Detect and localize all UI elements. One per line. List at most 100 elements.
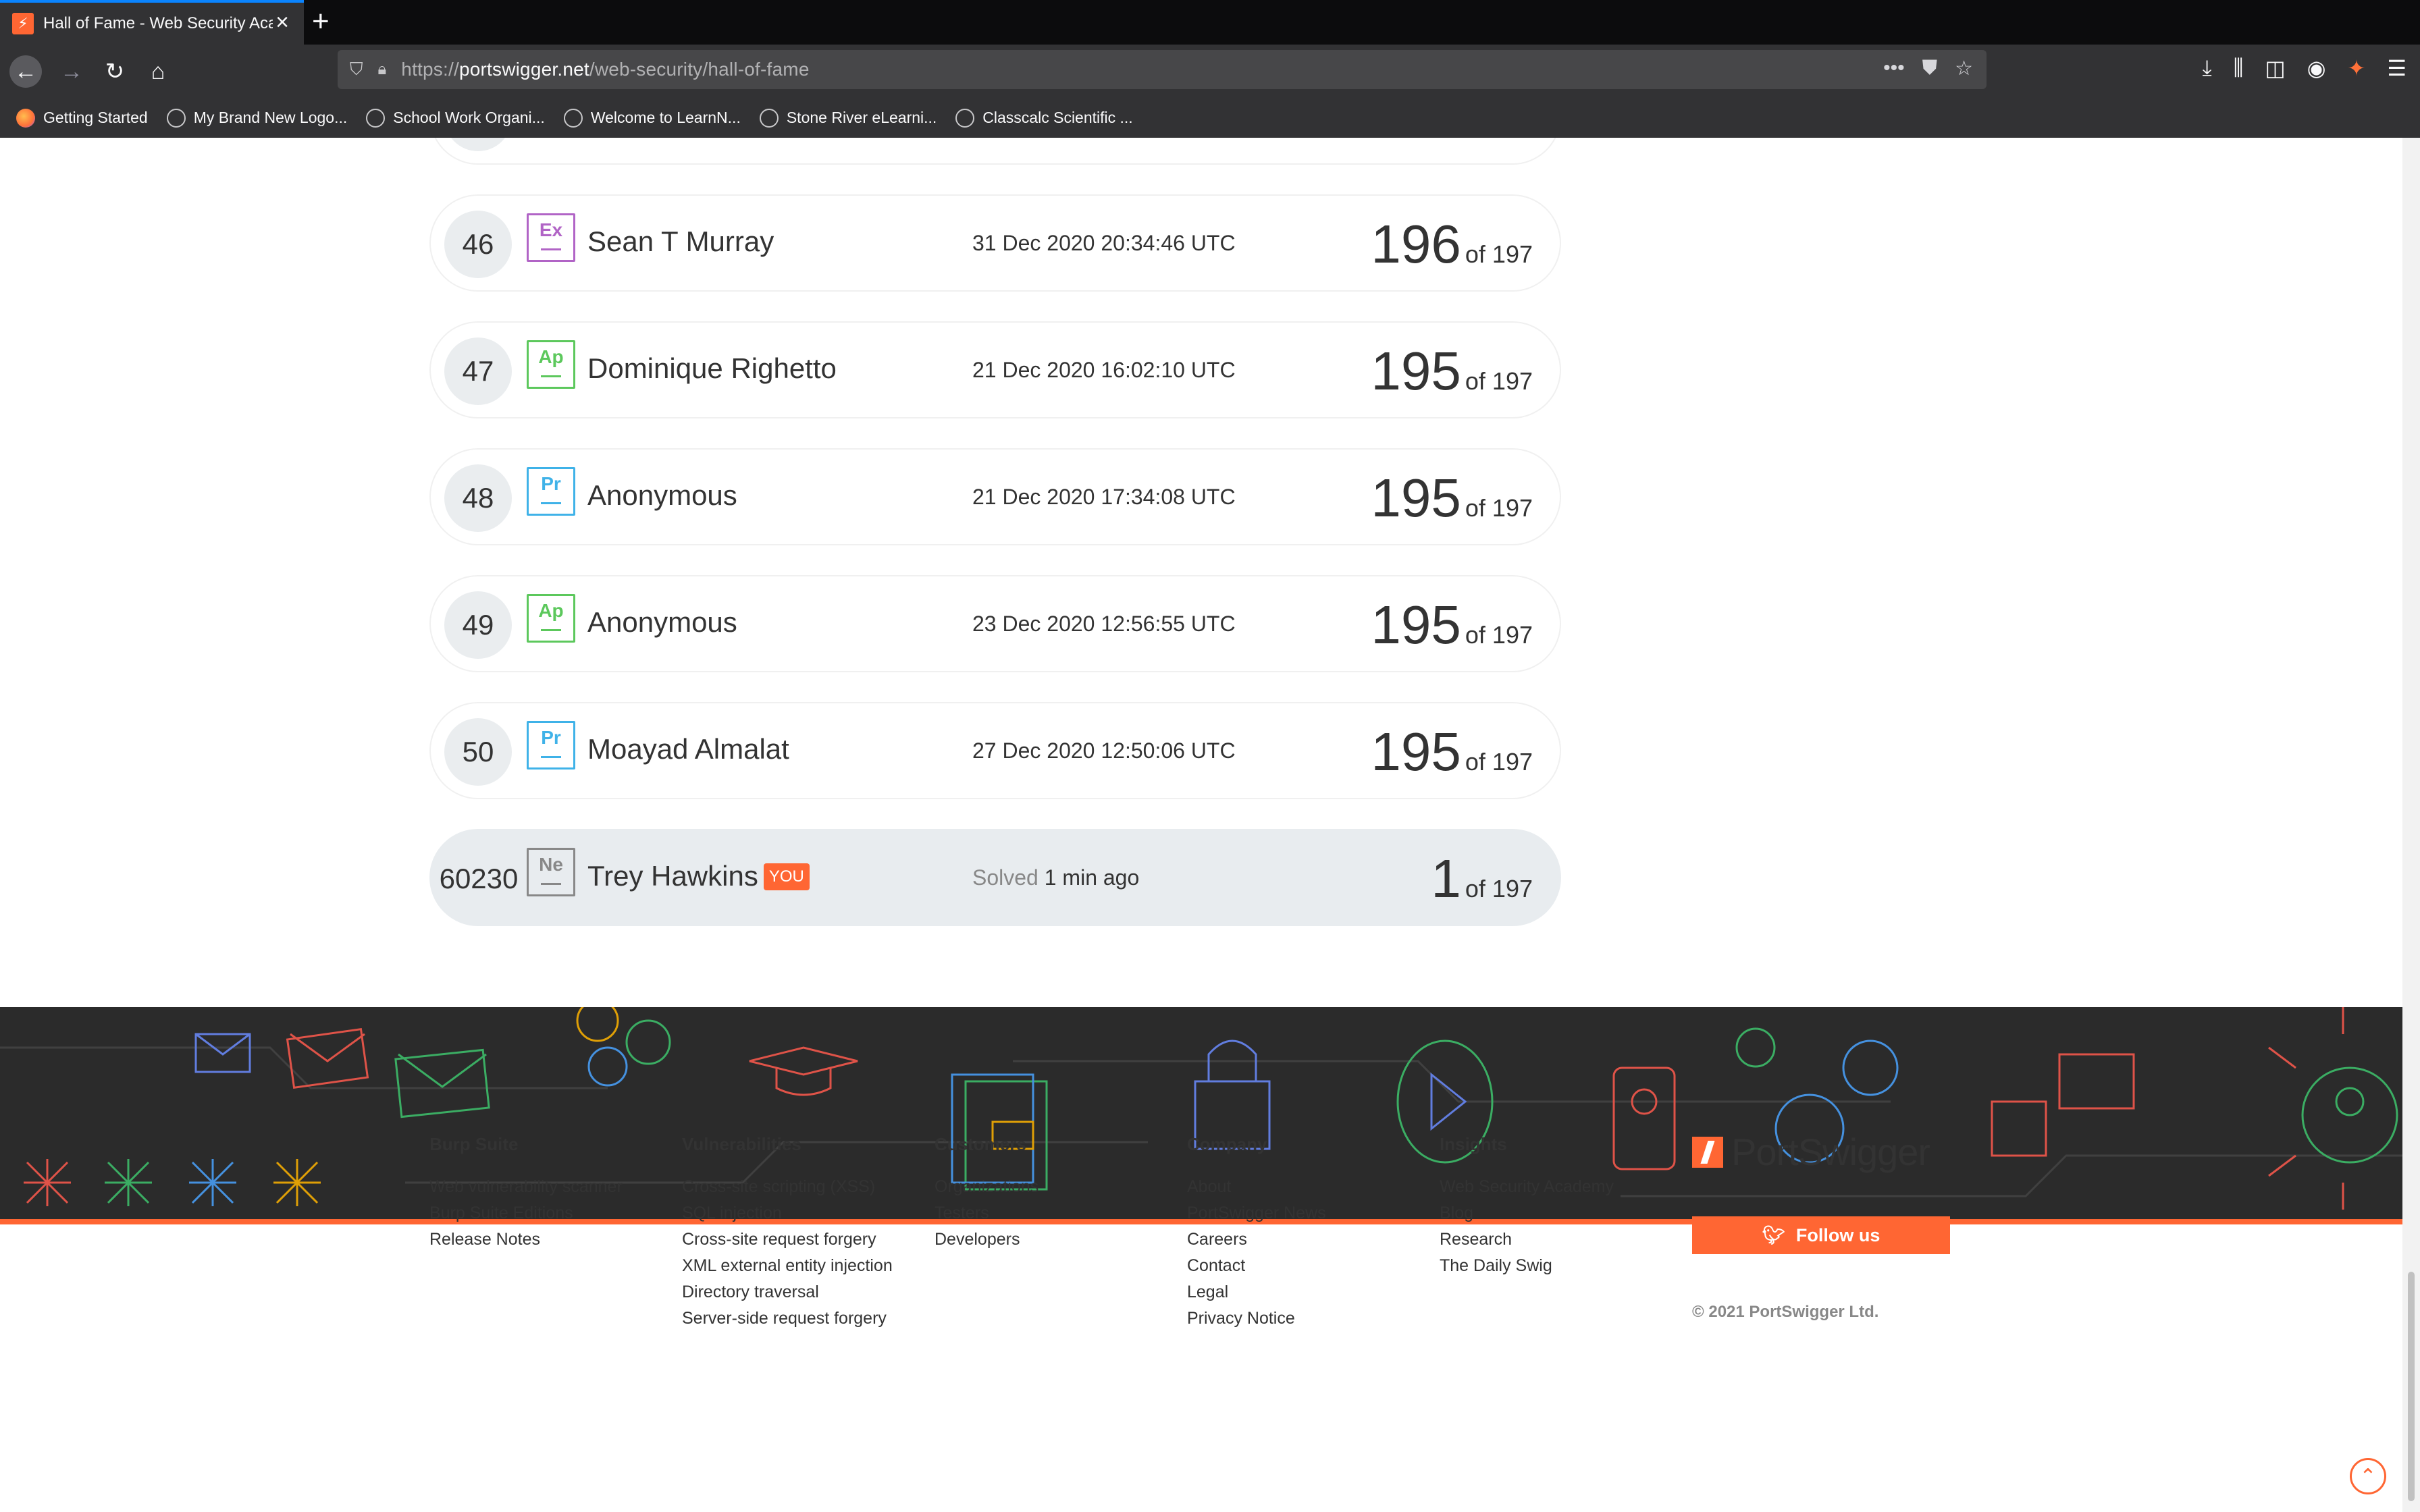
footer-link[interactable]: Cross-site request forgery [682, 1226, 893, 1253]
tracking-shield-icon[interactable]: ⛉ [350, 59, 363, 80]
apprentice-level-icon: Ap [527, 594, 575, 643]
footer-link[interactable]: Organizations [935, 1174, 1038, 1200]
footer-link[interactable]: About [1187, 1174, 1326, 1200]
score: 195 of 197 [1371, 594, 1533, 656]
score-value: 195 [1371, 341, 1461, 401]
bookmark-item[interactable]: Classcalc Scientific ... [955, 108, 1133, 128]
practitioner-level-icon: Pr [527, 721, 575, 770]
bookmark-item[interactable]: Welcome to LearnN... [563, 108, 741, 128]
portswigger-favicon-icon: ⚡ [12, 13, 34, 34]
page-actions-icon[interactable]: ••• [1883, 57, 1905, 80]
rank-badge: 46 [444, 211, 512, 278]
bookmark-label: Welcome to LearnN... [590, 109, 741, 126]
score-total: of 197 [1465, 621, 1533, 649]
user-name: Moayad Almalat [587, 733, 789, 765]
bookmark-item[interactable]: Getting Started [16, 108, 148, 128]
reload-button[interactable]: ↻ [99, 55, 131, 88]
sidebar-icon[interactable]: ◫ [2265, 55, 2285, 81]
new-tab-button[interactable]: + [312, 5, 330, 38]
score: 196 of 197 [1371, 213, 1533, 275]
table-row: 46 Ex Sean T Murray 31 Dec 2020 20:34:46… [429, 194, 1561, 292]
bookmark-label: My Brand New Logo... [193, 109, 348, 126]
footer-link[interactable]: Web Security Academy [1440, 1174, 1614, 1200]
footer-column-insights: Insights Web Security Academy Blog Resea… [1440, 1134, 1614, 1279]
user-name: Sean T Murray [587, 225, 774, 257]
footer-link[interactable]: Server-side request forgery [682, 1305, 893, 1332]
bookmark-label: Stone River eLearni... [786, 109, 937, 126]
page-content: 46 Ex Sean T Murray 31 Dec 2020 20:34:46… [0, 138, 2402, 1512]
scroll-to-top-icon[interactable]: ⌃ [2350, 1458, 2386, 1494]
user-name-text: Trey Hawkins [587, 860, 758, 892]
bookmark-label: Classcalc Scientific ... [982, 109, 1133, 126]
completion-date: 23 Dec 2020 12:56:55 UTC [972, 612, 1236, 636]
pocket-icon[interactable]: ⛊ [1922, 57, 1938, 80]
footer-link[interactable]: Developers [935, 1226, 1038, 1253]
url-text[interactable]: https://portswigger.net/web-security/hal… [401, 59, 809, 80]
bookmark-star-icon[interactable]: ☆ [1955, 57, 1973, 80]
bookmark-item[interactable]: Stone River eLearni... [759, 108, 937, 128]
score-value: 195 [1371, 595, 1461, 655]
account-icon[interactable]: ◉ [2307, 55, 2326, 81]
newcomer-level-icon: Ne [527, 848, 575, 896]
library-icon[interactable]: ⫼ [2234, 55, 2244, 81]
table-row: 47 Ap Dominique Righetto 21 Dec 2020 16:… [429, 321, 1561, 418]
footer-link[interactable]: Release Notes [429, 1226, 623, 1253]
forward-button[interactable]: → [55, 55, 88, 88]
footer-link[interactable]: XML external entity injection [682, 1253, 893, 1279]
downloads-icon[interactable]: ⤓ [2202, 55, 2211, 81]
footer-link[interactable]: The Daily Swig [1440, 1253, 1614, 1279]
score-value: 195 [1371, 468, 1461, 528]
score-value: 195 [1371, 722, 1461, 782]
footer-link[interactable]: Web vulnerability scanner [429, 1174, 623, 1200]
completion-date: 21 Dec 2020 17:34:08 UTC [972, 485, 1236, 509]
footer-link[interactable]: Blog [1440, 1200, 1614, 1226]
close-tab-icon[interactable]: × [275, 11, 289, 34]
footer-link[interactable]: Privacy Notice [1187, 1305, 1326, 1332]
footer-link[interactable]: Legal [1187, 1279, 1326, 1305]
portswigger-logo-icon [1692, 1136, 1723, 1168]
globe-icon [759, 108, 779, 128]
extension-icon[interactable]: ✦ [2348, 55, 2366, 81]
footer-column-customers: Customers Organizations Testers Develope… [935, 1134, 1038, 1253]
scrollbar-thumb[interactable] [2408, 1272, 2415, 1501]
rank-badge: 48 [444, 464, 512, 532]
back-button[interactable]: ← [9, 55, 42, 88]
score: 195 of 197 [1371, 467, 1533, 529]
footer-link[interactable]: Research [1440, 1226, 1614, 1253]
footer-link[interactable]: Directory traversal [682, 1279, 893, 1305]
active-tab[interactable]: ⚡ Hall of Fame - Web Security Academy × [0, 0, 304, 45]
bookmark-item[interactable]: My Brand New Logo... [166, 108, 348, 128]
user-name: Anonymous [587, 479, 737, 511]
you-badge: YOU [763, 863, 810, 890]
portswigger-logo[interactable]: PortSwigger [1692, 1130, 1930, 1174]
rank-badge: 60230 [439, 863, 519, 894]
url-bar[interactable]: ⛉ 🔒︎ https://portswigger.net/web-securit… [338, 50, 1987, 89]
footer-link[interactable]: Burp Suite Editions [429, 1200, 623, 1226]
score-total: of 197 [1465, 748, 1533, 776]
navigation-toolbar: ← → ↻ ⌂ ⛉ 🔒︎ https://portswigger.net/web… [0, 45, 2420, 99]
page-scrollbar[interactable] [2402, 138, 2420, 1512]
url-path: /web-security/hall-of-fame [589, 59, 810, 80]
practitioner-level-icon: Pr [527, 467, 575, 516]
footer-link[interactable]: Careers [1187, 1226, 1326, 1253]
score: 195 of 197 [1371, 340, 1533, 402]
menu-icon[interactable]: ☰ [2387, 55, 2406, 81]
footer-link[interactable]: Testers [935, 1200, 1038, 1226]
bookmarks-toolbar: Getting Started My Brand New Logo... Sch… [0, 99, 2420, 138]
firefox-icon [16, 108, 35, 128]
footer-link[interactable]: Contact [1187, 1253, 1326, 1279]
footer-link[interactable]: PortSwigger News [1187, 1200, 1326, 1226]
lock-icon[interactable]: 🔒︎ [378, 60, 387, 79]
rank-badge [444, 138, 512, 151]
home-button[interactable]: ⌂ [142, 55, 174, 88]
bookmark-item[interactable]: School Work Organi... [366, 108, 545, 128]
score-total: of 197 [1465, 240, 1533, 268]
completion-date: 27 Dec 2020 12:50:06 UTC [972, 738, 1236, 763]
footer-link[interactable]: SQL injection [682, 1200, 893, 1226]
footer-link[interactable]: Cross-site scripting (XSS) [682, 1174, 893, 1200]
solved-time: 1 min ago [1044, 865, 1140, 890]
follow-us-button[interactable]: 🐦︎ Follow us [1692, 1216, 1950, 1254]
url-domain: portswigger.net [458, 59, 589, 80]
bookmark-label: Getting Started [43, 109, 148, 126]
globe-icon [955, 108, 975, 128]
